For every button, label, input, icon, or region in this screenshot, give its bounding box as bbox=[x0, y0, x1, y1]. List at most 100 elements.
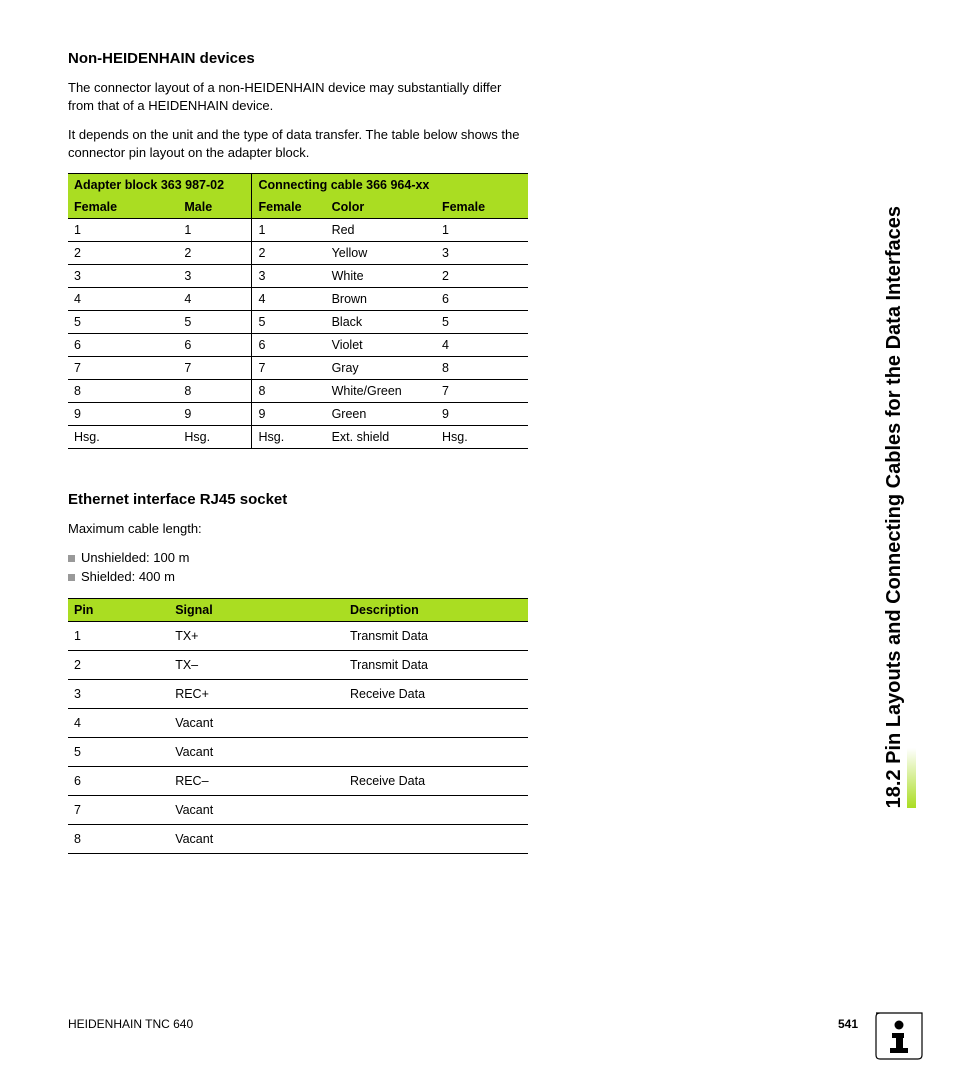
table-cell: Yellow bbox=[326, 242, 436, 265]
table-cell: 5 bbox=[178, 311, 252, 334]
table-cell: 7 bbox=[252, 357, 326, 380]
table-cell bbox=[344, 795, 528, 824]
table-cell: 1 bbox=[436, 219, 528, 242]
table-cell: 8 bbox=[252, 380, 326, 403]
section1-para1: The connector layout of a non-HEIDENHAIN… bbox=[68, 79, 528, 114]
table-cell: TX– bbox=[169, 650, 344, 679]
table-cell: White/Green bbox=[326, 380, 436, 403]
info-icon bbox=[874, 1011, 924, 1061]
footer: HEIDENHAIN TNC 640 541 bbox=[68, 1017, 858, 1031]
bullet-icon bbox=[68, 555, 75, 562]
table-cell: Hsg. bbox=[436, 426, 528, 449]
table-cell: Receive Data bbox=[344, 679, 528, 708]
table-cell: 6 bbox=[436, 288, 528, 311]
table1-h3: Color bbox=[326, 196, 436, 219]
table-cell: 1 bbox=[178, 219, 252, 242]
table-row: 111Red1 bbox=[68, 219, 528, 242]
table-cell: 2 bbox=[68, 242, 178, 265]
table-cell: 2 bbox=[436, 265, 528, 288]
section1-heading: Non-HEIDENHAIN devices bbox=[68, 50, 528, 67]
table-row: 222Yellow3 bbox=[68, 242, 528, 265]
section2-para1: Maximum cable length: bbox=[68, 520, 528, 538]
table-row: 3REC+Receive Data bbox=[68, 679, 528, 708]
table-cell: 1 bbox=[68, 621, 169, 650]
table-cell bbox=[344, 824, 528, 853]
bullet-icon bbox=[68, 574, 75, 581]
table-cell: 8 bbox=[68, 824, 169, 853]
table-cell: 8 bbox=[436, 357, 528, 380]
table1-h2: Female bbox=[252, 196, 326, 219]
table-cell: Receive Data bbox=[344, 766, 528, 795]
table-cell: 8 bbox=[68, 380, 178, 403]
table-cell: 4 bbox=[178, 288, 252, 311]
table-cell: Gray bbox=[326, 357, 436, 380]
table-cell: Ext. shield bbox=[326, 426, 436, 449]
table-cell: 2 bbox=[68, 650, 169, 679]
table-cell: 8 bbox=[178, 380, 252, 403]
table-row: Hsg.Hsg.Hsg.Ext. shieldHsg. bbox=[68, 426, 528, 449]
table-row: 1TX+Transmit Data bbox=[68, 621, 528, 650]
table-row: 7Vacant bbox=[68, 795, 528, 824]
table-cell: TX+ bbox=[169, 621, 344, 650]
list-item: Shielded: 400 m bbox=[68, 569, 528, 584]
table-row: 888White/Green7 bbox=[68, 380, 528, 403]
table-cell: 4 bbox=[252, 288, 326, 311]
table-row: 555Black5 bbox=[68, 311, 528, 334]
table-cell: Vacant bbox=[169, 737, 344, 766]
sidebar-accent bbox=[907, 748, 916, 808]
table-cell: 6 bbox=[68, 766, 169, 795]
table-cell: 9 bbox=[252, 403, 326, 426]
table-cell: Vacant bbox=[169, 708, 344, 737]
table-cell: 4 bbox=[68, 288, 178, 311]
table-cell: 6 bbox=[68, 334, 178, 357]
table-cell: 3 bbox=[68, 265, 178, 288]
table-cell: Hsg. bbox=[68, 426, 178, 449]
table-cell: Hsg. bbox=[178, 426, 252, 449]
table-cell: Green bbox=[326, 403, 436, 426]
table-cell: 3 bbox=[436, 242, 528, 265]
bullet-text: Shielded: 400 m bbox=[81, 569, 175, 584]
table-cell bbox=[344, 737, 528, 766]
table-row: 6REC–Receive Data bbox=[68, 766, 528, 795]
table-row: 2TX–Transmit Data bbox=[68, 650, 528, 679]
table1-h4: Female bbox=[436, 196, 528, 219]
table-cell: 9 bbox=[178, 403, 252, 426]
table2-h2: Description bbox=[344, 598, 528, 621]
table-cell: 3 bbox=[252, 265, 326, 288]
table-cell: Brown bbox=[326, 288, 436, 311]
table-cell: REC+ bbox=[169, 679, 344, 708]
list-item: Unshielded: 100 m bbox=[68, 550, 528, 565]
table-row: 666Violet4 bbox=[68, 334, 528, 357]
table-cell: 7 bbox=[68, 357, 178, 380]
table-cell: 4 bbox=[68, 708, 169, 737]
table-row: 333White2 bbox=[68, 265, 528, 288]
table1-h1: Male bbox=[178, 196, 252, 219]
rj45-table: Pin Signal Description 1TX+Transmit Data… bbox=[68, 598, 528, 854]
table-cell bbox=[344, 708, 528, 737]
sidebar-title: 18.2 Pin Layouts and Connecting Cables f… bbox=[883, 206, 906, 808]
table-cell: Hsg. bbox=[252, 426, 326, 449]
bullet-list: Unshielded: 100 m Shielded: 400 m bbox=[68, 550, 528, 584]
table2-h0: Pin bbox=[68, 598, 169, 621]
table-cell: 2 bbox=[252, 242, 326, 265]
table-row: 444Brown6 bbox=[68, 288, 528, 311]
table-cell: Black bbox=[326, 311, 436, 334]
table-cell: 9 bbox=[436, 403, 528, 426]
table-cell: 6 bbox=[252, 334, 326, 357]
table-cell: Transmit Data bbox=[344, 650, 528, 679]
table1-group2: Connecting cable 366 964-xx bbox=[252, 174, 528, 197]
table-cell: 9 bbox=[68, 403, 178, 426]
table-cell: 5 bbox=[68, 311, 178, 334]
table-row: 777Gray8 bbox=[68, 357, 528, 380]
table-cell: White bbox=[326, 265, 436, 288]
table-cell: 2 bbox=[178, 242, 252, 265]
page-number: 541 bbox=[838, 1017, 858, 1031]
table-cell: 1 bbox=[252, 219, 326, 242]
table-cell: Transmit Data bbox=[344, 621, 528, 650]
sidebar: 18.2 Pin Layouts and Connecting Cables f… bbox=[883, 48, 906, 808]
table-cell: 3 bbox=[68, 679, 169, 708]
section1-para2: It depends on the unit and the type of d… bbox=[68, 126, 528, 161]
table-row: 8Vacant bbox=[68, 824, 528, 853]
section2-heading: Ethernet interface RJ45 socket bbox=[68, 491, 528, 508]
table1-group1: Adapter block 363 987-02 bbox=[68, 174, 252, 197]
